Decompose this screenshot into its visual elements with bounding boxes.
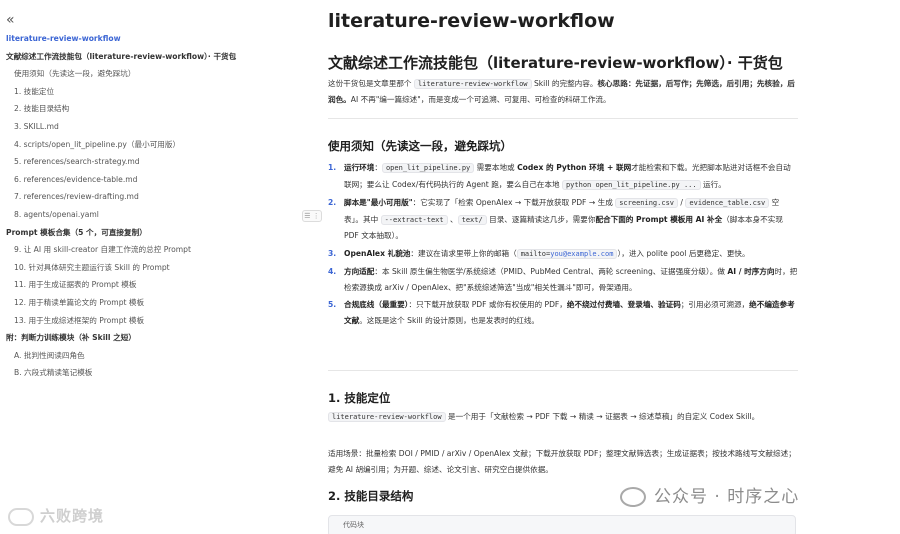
collapse-sidebar-icon[interactable]: « <box>6 13 15 27</box>
list-number: 3. <box>328 248 337 258</box>
list-number: 4. <box>328 267 337 276</box>
section-1-scenarios: 适用场景：批量检索 DOI / PMID / arXiv / OpenAlex … <box>328 449 796 474</box>
watermark-left-text: 六败跨境 <box>40 507 105 525</box>
divider <box>328 118 798 119</box>
toc-item[interactable]: 1. 技能定位 <box>6 83 296 101</box>
divider <box>328 370 798 371</box>
toc-item[interactable]: 4. scripts/open_lit_pipeline.py（最小可用版） <box>6 136 296 154</box>
toc-item[interactable]: 附：判断力训练模块（补 Skill 之短） <box>6 329 296 347</box>
toc-item[interactable]: 6. references/evidence-table.md <box>6 171 296 189</box>
toc-item[interactable]: 使用须知（先读这一段，避免踩坑） <box>6 65 296 83</box>
notice-heading: 使用须知（先读这一段，避免踩坑） <box>328 139 512 153</box>
toc-item[interactable]: Prompt 模板合集（5 个，可直接复制） <box>6 224 296 242</box>
code-block-label: 代码块 <box>343 521 364 529</box>
main-content: literature-review-workflow 文献综述工作流技能包（li… <box>302 0 798 534</box>
toc-item[interactable]: 5. references/search-strategy.md <box>6 153 296 171</box>
toc-item[interactable]: A. 批判性阅读四角色 <box>6 347 296 365</box>
toc-item[interactable]: 13. 用于生成综述框架的 Prompt 模板 <box>6 312 296 330</box>
list-item: 4. 方向适配：本 Skill 原生偏生物医学/系统综述（PMID、PubMed … <box>328 264 798 295</box>
toc-item[interactable]: 文献综述工作流技能包（literature-review-workflow）· … <box>6 48 296 66</box>
toc-item[interactable]: 10. 针对具体研究主题运行该 Skill 的 Prompt <box>6 259 296 277</box>
toc-item[interactable]: 2. 技能目录结构 <box>6 100 296 118</box>
toc-item[interactable]: B. 六段式精读笔记模板 <box>6 364 296 382</box>
watermark-left: 六败跨境 <box>8 505 104 526</box>
section-1-code: literature-review-workflow <box>328 412 446 422</box>
list-number: 2. <box>328 198 337 207</box>
section-2-heading: 2. 技能目录结构 <box>328 489 414 503</box>
block-handle-icon[interactable]: ☰ ⋮ <box>302 210 322 222</box>
intro-text-3: AI 不再"编一篇综述"，而是变成一个可追溯、可复用、可检查的科研工作流。 <box>350 95 611 104</box>
intro-text-1: 这份干货包是文章里那个 <box>328 79 414 88</box>
code-block[interactable]: 代码块 <box>328 515 796 534</box>
watermark-right: 公众号 · 时序之心 <box>620 482 799 507</box>
intro-paragraph: 这份干货包是文章里那个 literature-review-workflow S… <box>328 76 798 108</box>
toc-item[interactable]: literature-review-workflow <box>6 30 296 48</box>
list-item-text: 脚本是"最小可用版"：它实现了「检索 OpenAlex → 下载开放获取 PDF… <box>344 198 783 240</box>
list-item-text: OpenAlex 礼貌池：建议在请求里带上你的邮箱（ mailto=you@exa… <box>344 248 750 259</box>
toc-item[interactable]: 12. 用于精读单篇论文的 Prompt 模板 <box>6 294 296 312</box>
toc-item[interactable]: 11. 用于生成证据表的 Prompt 模板 <box>6 276 296 294</box>
watermark-right-text: 公众号 · 时序之心 <box>654 487 800 507</box>
list-item: 3. OpenAlex 礼貌池：建议在请求里带上你的邮箱（ mailto=you@e… <box>328 246 798 263</box>
list-item: 2. 脚本是"最小可用版"：它实现了「检索 OpenAlex → 下载开放获取 P… <box>328 195 798 244</box>
table-of-contents: literature-review-workflow 文献综述工作流技能包（lit… <box>6 30 296 382</box>
section-1-paragraph: literature-review-workflow 是一个用于「文献检索 → … <box>328 409 798 425</box>
notice-list: 1. 运行环境： open_lit_pipeline.py 需要本地或 Codex … <box>328 160 798 330</box>
list-item-text: 运行环境： open_lit_pipeline.py 需要本地或 Codex 的 … <box>344 163 791 190</box>
section-1-heading: 1. 技能定位 <box>328 391 391 405</box>
sidebar: « literature-review-workflow 文献综述工作流技能包（l… <box>0 0 300 534</box>
page-title: literature-review-workflow <box>328 10 615 32</box>
toc-item[interactable]: 8. agents/openai.yaml <box>6 206 296 224</box>
list-item: 5. 合规底线（最重要）：只下载开放获取 PDF 或你有权使用的 PDF，绝不绕过… <box>328 297 798 328</box>
list-number: 5. <box>328 300 337 309</box>
list-item-text: 合规底线（最重要）：只下载开放获取 PDF 或你有权使用的 PDF，绝不绕过付费… <box>344 300 795 325</box>
list-number: 1. <box>328 163 337 172</box>
list-item-text: 方向适配：本 Skill 原生偏生物医学/系统综述（PMID、PubMed Ce… <box>344 267 798 292</box>
intro-code: literature-review-workflow <box>413 79 532 89</box>
section-1-text: 是一个用于「文献检索 → PDF 下载 → 精读 → 证据表 → 综述草稿」的自… <box>445 412 760 421</box>
wechat-icon <box>620 487 646 507</box>
toc-item[interactable]: 3. SKILL.md <box>6 118 296 136</box>
document-heading: 文献综述工作流技能包（literature-review-workflow）· … <box>328 54 783 72</box>
watermark-logo-icon <box>8 507 34 526</box>
list-item: 1. 运行环境： open_lit_pipeline.py 需要本地或 Codex … <box>328 160 798 193</box>
intro-text-2: Skill 的完整内容。 <box>531 79 598 88</box>
toc-item[interactable]: 9. 让 AI 用 skill-creator 自建工作流的总控 Prompt <box>6 241 296 259</box>
toc-item[interactable]: 7. references/review-drafting.md <box>6 188 296 206</box>
